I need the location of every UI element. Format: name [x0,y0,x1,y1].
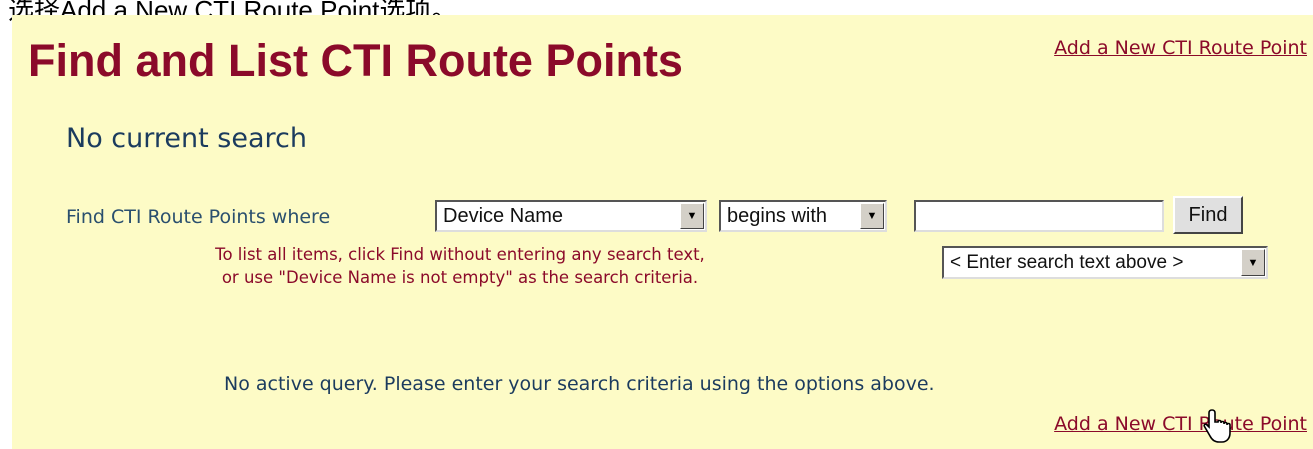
search-text-input[interactable] [914,200,1164,232]
triangle-down-icon[interactable]: ▼ [1241,249,1265,276]
search-hint-select-value: < Enter search text above > [950,251,1184,273]
add-route-point-link-top[interactable]: Add a New CTI Route Point [1054,37,1307,59]
triangle-down-icon[interactable]: ▼ [860,203,884,229]
find-criteria-label: Find CTI Route Points where [66,206,331,228]
search-hint-select[interactable]: < Enter search text above > ▼ [942,246,1268,279]
results-status-message: No active query. Please enter your searc… [224,373,935,395]
search-operator-select[interactable]: begins with ▼ [719,200,887,232]
hand-pointer-icon [1203,409,1231,443]
search-help-line: To list all items, click Find without en… [215,245,705,264]
search-status-heading: No current search [66,123,307,154]
search-field-select[interactable]: Device Name ▼ [435,200,707,232]
find-button[interactable]: Find [1173,196,1243,234]
page-title: Find and List CTI Route Points [28,35,683,86]
search-field-select-value: Device Name [443,204,564,227]
search-help-line: or use "Device Name is not empty" as the… [221,268,699,287]
search-help-text: To list all items, click Find without en… [130,243,790,289]
search-operator-select-value: begins with [727,204,828,227]
triangle-down-icon[interactable]: ▼ [680,203,704,229]
add-route-point-link-bottom[interactable]: Add a New CTI Route Point [1054,413,1307,435]
find-route-points-panel: Find and List CTI Route Points Add a New… [12,15,1313,449]
